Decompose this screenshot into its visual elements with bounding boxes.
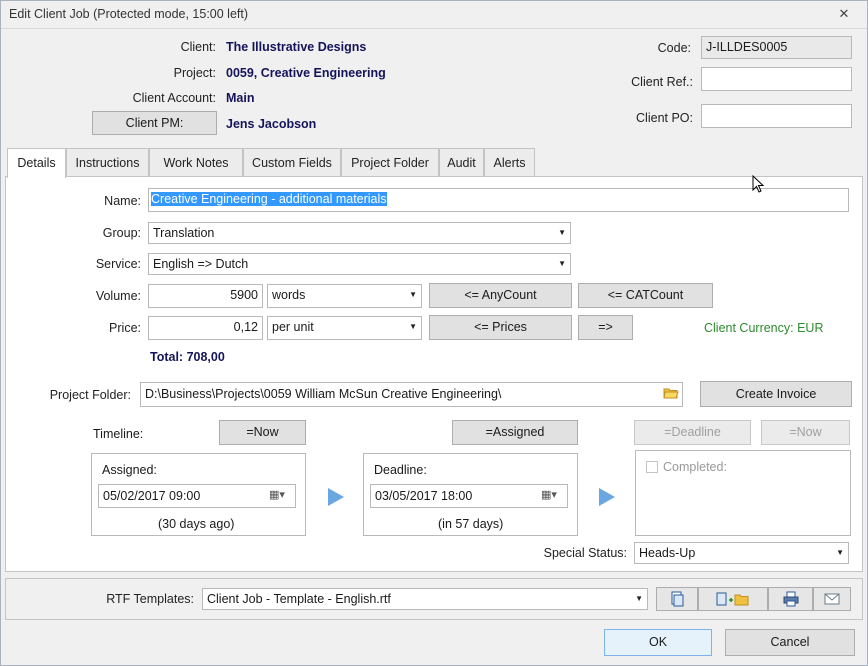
project-folder-field[interactable]: D:\Business\Projects\0059 William McSun … bbox=[140, 382, 683, 407]
deadline-relative: (in 57 days) bbox=[438, 517, 504, 531]
deadline-label: Deadline: bbox=[374, 463, 427, 477]
completed-checkbox[interactable] bbox=[646, 461, 658, 473]
chevron-down-icon: ▼ bbox=[558, 259, 566, 268]
set-now-completed-button[interactable]: =Now bbox=[761, 420, 850, 445]
project-label: Project: bbox=[173, 66, 216, 80]
name-label: Name: bbox=[104, 194, 141, 208]
project-folder-path: D:\Business\Projects\0059 William McSun … bbox=[145, 387, 502, 401]
new-document-icon[interactable] bbox=[656, 587, 698, 611]
client-value: The Illustrative Designs bbox=[226, 40, 367, 54]
timeline-label: Timeline: bbox=[93, 427, 144, 441]
code-label: Code: bbox=[657, 41, 691, 55]
set-assigned-button[interactable]: =Assigned bbox=[452, 420, 578, 445]
client-currency: Client Currency: EUR bbox=[704, 321, 824, 335]
client-po-label: Client PO: bbox=[636, 111, 693, 125]
prices-button[interactable]: <= Prices bbox=[429, 315, 572, 340]
tab-audit[interactable]: Audit bbox=[439, 148, 484, 177]
rtf-template-value: Client Job - Template - English.rtf bbox=[207, 592, 391, 606]
project-value: 0059, Creative Engineering bbox=[226, 66, 386, 80]
client-po-field[interactable] bbox=[701, 104, 852, 128]
tab-project-folder[interactable]: Project Folder bbox=[341, 148, 439, 177]
project-folder-label: Project Folder: bbox=[49, 388, 131, 402]
tab-alerts[interactable]: Alerts bbox=[484, 148, 535, 177]
group-select[interactable]: Translation ▼ bbox=[148, 222, 571, 244]
special-status-select[interactable]: Heads-Up ▼ bbox=[634, 542, 849, 564]
catcount-button[interactable]: <= CATCount bbox=[578, 283, 713, 308]
close-icon[interactable]: ✕ bbox=[835, 6, 853, 22]
window-title: Edit Client Job (Protected mode, 15:00 l… bbox=[9, 7, 249, 21]
volume-unit-select[interactable]: words ▼ bbox=[267, 284, 422, 308]
cancel-button[interactable]: Cancel bbox=[725, 629, 855, 656]
assigned-relative: (30 days ago) bbox=[158, 517, 235, 531]
name-field[interactable]: Creative Engineering - additional materi… bbox=[148, 188, 849, 212]
arrow-right-icon bbox=[328, 488, 344, 506]
group-select-value: Translation bbox=[153, 226, 215, 240]
name-field-text: Creative Engineering - additional materi… bbox=[151, 192, 387, 206]
chevron-down-icon: ▼ bbox=[409, 322, 417, 331]
price-field[interactable]: 0,12 bbox=[148, 316, 263, 340]
code-field: J-ILLDES0005 bbox=[701, 36, 852, 59]
open-template-icon[interactable] bbox=[698, 587, 768, 611]
calendar-dropdown-icon[interactable]: ▦▾ bbox=[541, 488, 557, 501]
email-icon[interactable] bbox=[813, 587, 851, 611]
edit-client-job-window: Edit Client Job (Protected mode, 15:00 l… bbox=[0, 0, 868, 666]
client-pm-button[interactable]: Client PM: bbox=[92, 111, 217, 135]
completed-label: Completed: bbox=[663, 460, 727, 474]
print-icon[interactable] bbox=[768, 587, 813, 611]
chevron-down-icon: ▼ bbox=[409, 290, 417, 299]
group-label: Group: bbox=[102, 226, 141, 240]
create-invoice-button[interactable]: Create Invoice bbox=[700, 381, 852, 407]
deadline-date-picker[interactable]: 03/05/2017 18:00 bbox=[370, 484, 568, 508]
tab-work-notes[interactable]: Work Notes bbox=[149, 148, 243, 177]
volume-field[interactable]: 5900 bbox=[148, 284, 263, 308]
client-account-value: Main bbox=[226, 91, 255, 105]
assigned-date-value: 05/02/2017 09:00 bbox=[103, 489, 201, 503]
chevron-down-icon: ▼ bbox=[836, 548, 844, 557]
volume-unit-value: words bbox=[272, 288, 306, 302]
set-deadline-button[interactable]: =Deadline bbox=[634, 420, 751, 445]
assigned-date-picker[interactable]: 05/02/2017 09:00 bbox=[98, 484, 296, 508]
assigned-label: Assigned: bbox=[102, 463, 157, 477]
client-label: Client: bbox=[180, 40, 216, 54]
chevron-down-icon: ▼ bbox=[558, 228, 566, 237]
price-label: Price: bbox=[109, 321, 141, 335]
tab-custom-fields[interactable]: Custom Fields bbox=[243, 148, 341, 177]
client-ref-field[interactable] bbox=[701, 67, 852, 91]
tab-details[interactable]: Details bbox=[7, 148, 66, 178]
special-status-label: Special Status: bbox=[543, 546, 627, 560]
deadline-date-value: 03/05/2017 18:00 bbox=[375, 489, 473, 503]
total-amount: Total: 708,00 bbox=[150, 350, 225, 364]
volume-label: Volume: bbox=[95, 289, 141, 303]
calendar-dropdown-icon[interactable]: ▦▾ bbox=[269, 488, 285, 501]
tab-instructions[interactable]: Instructions bbox=[66, 148, 149, 177]
chevron-down-icon: ▼ bbox=[635, 594, 643, 603]
service-label: Service: bbox=[95, 257, 141, 271]
folder-open-icon[interactable] bbox=[663, 386, 679, 400]
ok-button[interactable]: OK bbox=[604, 629, 712, 656]
client-account-label: Client Account: bbox=[132, 91, 216, 105]
arrow-right-icon bbox=[599, 488, 615, 506]
title-bar: Edit Client Job (Protected mode, 15:00 l… bbox=[1, 1, 867, 29]
set-now-button[interactable]: =Now bbox=[219, 420, 306, 445]
price-unit-select[interactable]: per unit ▼ bbox=[267, 316, 422, 340]
service-select-value: English => Dutch bbox=[153, 257, 249, 271]
service-select[interactable]: English => Dutch ▼ bbox=[148, 253, 571, 275]
apply-price-arrow-button[interactable]: => bbox=[578, 315, 633, 340]
client-ref-label: Client Ref.: bbox=[631, 75, 693, 89]
client-pm-value: Jens Jacobson bbox=[226, 117, 317, 131]
rtf-template-select[interactable]: Client Job - Template - English.rtf ▼ bbox=[202, 588, 648, 610]
anycount-button[interactable]: <= AnyCount bbox=[429, 283, 572, 308]
price-unit-value: per unit bbox=[272, 320, 314, 334]
special-status-value: Heads-Up bbox=[639, 546, 696, 560]
rtf-templates-label: RTF Templates: bbox=[106, 592, 194, 606]
mouse-cursor-icon bbox=[752, 174, 765, 196]
